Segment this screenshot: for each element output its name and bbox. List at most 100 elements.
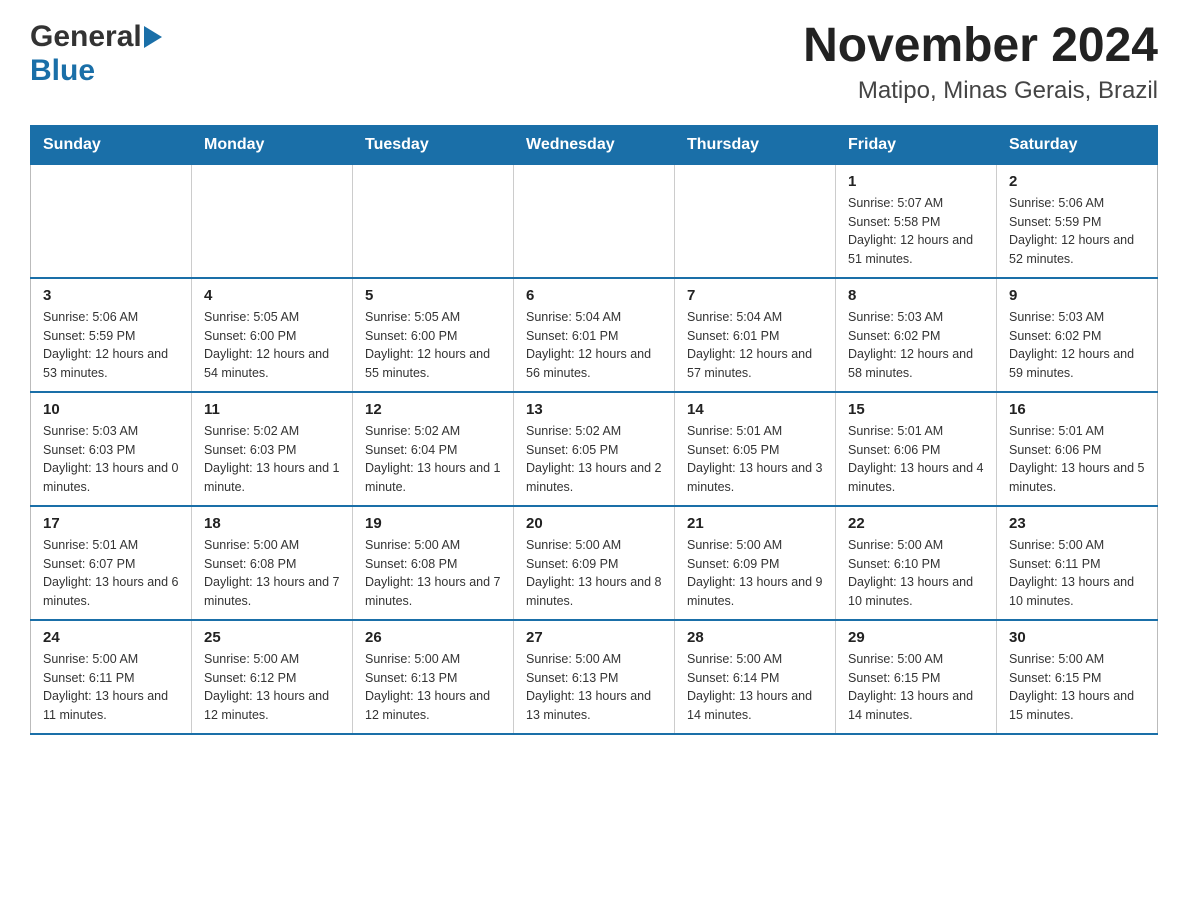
day-number: 4 [204,287,340,304]
day-info: Sunrise: 5:02 AMSunset: 6:05 PMDaylight:… [526,422,662,497]
day-info: Sunrise: 5:03 AMSunset: 6:02 PMDaylight:… [1009,308,1145,383]
calendar-day-cell: 13 Sunrise: 5:02 AMSunset: 6:05 PMDayligh… [514,392,675,506]
calendar-day-cell: 7 Sunrise: 5:04 AMSunset: 6:01 PMDaylight… [675,278,836,392]
calendar-day-cell: 19 Sunrise: 5:00 AMSunset: 6:08 PMDayligh… [353,506,514,620]
header-tuesday: Tuesday [353,125,514,164]
day-number: 13 [526,401,662,418]
calendar-day-cell: 23 Sunrise: 5:00 AMSunset: 6:11 PMDayligh… [997,506,1158,620]
calendar-day-cell [353,164,514,278]
calendar-table: Sunday Monday Tuesday Wednesday Thursday… [30,125,1158,735]
day-number: 5 [365,287,501,304]
calendar-day-cell: 12 Sunrise: 5:02 AMSunset: 6:04 PMDayligh… [353,392,514,506]
calendar-day-cell: 6Sunrise: 5:04 AMSunset: 6:01 PMDaylight… [514,278,675,392]
calendar-day-cell: 15 Sunrise: 5:01 AMSunset: 6:06 PMDayligh… [836,392,997,506]
page-title: November 2024 [803,20,1158,73]
header-monday: Monday [192,125,353,164]
day-number: 1 [848,173,984,190]
day-number: 14 [687,401,823,418]
day-number: 29 [848,629,984,646]
logo-general-text: General [30,20,142,54]
calendar-day-cell: 29 Sunrise: 5:00 AMSunset: 6:15 PMDayligh… [836,620,997,734]
day-info: Sunrise: 5:04 AMSunset: 6:01 PMDaylight:… [687,308,823,383]
day-info: Sunrise: 5:05 AMSunset: 6:00 PMDaylight:… [365,308,501,383]
day-number: 2 [1009,173,1145,190]
logo: General Blue [30,20,162,88]
header-sunday: Sunday [31,125,192,164]
day-number: 3 [43,287,179,304]
day-info: Sunrise: 5:00 AMSunset: 6:08 PMDaylight:… [204,536,340,611]
day-info: Sunrise: 5:03 AMSunset: 6:02 PMDaylight:… [848,308,984,383]
calendar-day-cell: 16 Sunrise: 5:01 AMSunset: 6:06 PMDayligh… [997,392,1158,506]
day-info: Sunrise: 5:00 AMSunset: 6:15 PMDaylight:… [1009,650,1145,725]
day-info: Sunrise: 5:00 AMSunset: 6:15 PMDaylight:… [848,650,984,725]
day-info: Sunrise: 5:00 AMSunset: 6:12 PMDaylight:… [204,650,340,725]
day-number: 10 [43,401,179,418]
day-number: 7 [687,287,823,304]
day-info: Sunrise: 5:01 AMSunset: 6:07 PMDaylight:… [43,536,179,611]
calendar-day-cell: 14 Sunrise: 5:01 AMSunset: 6:05 PMDayligh… [675,392,836,506]
day-number: 23 [1009,515,1145,532]
day-number: 24 [43,629,179,646]
calendar-week-row: 1 Sunrise: 5:07 AMSunset: 5:58 PMDaylight… [31,164,1158,278]
day-info: Sunrise: 5:04 AMSunset: 6:01 PMDaylight:… [526,308,662,383]
day-info: Sunrise: 5:00 AMSunset: 6:13 PMDaylight:… [365,650,501,725]
day-number: 11 [204,401,340,418]
calendar-header-row: Sunday Monday Tuesday Wednesday Thursday… [31,125,1158,164]
calendar-day-cell: 1 Sunrise: 5:07 AMSunset: 5:58 PMDaylight… [836,164,997,278]
day-info: Sunrise: 5:00 AMSunset: 6:08 PMDaylight:… [365,536,501,611]
day-number: 19 [365,515,501,532]
day-info: Sunrise: 5:00 AMSunset: 6:09 PMDaylight:… [687,536,823,611]
day-info: Sunrise: 5:00 AMSunset: 6:13 PMDaylight:… [526,650,662,725]
day-info: Sunrise: 5:00 AMSunset: 6:14 PMDaylight:… [687,650,823,725]
calendar-day-cell: 27 Sunrise: 5:00 AMSunset: 6:13 PMDayligh… [514,620,675,734]
calendar-day-cell: 21 Sunrise: 5:00 AMSunset: 6:09 PMDayligh… [675,506,836,620]
title-area: November 2024 Matipo, Minas Gerais, Braz… [803,20,1158,105]
calendar-day-cell: 26 Sunrise: 5:00 AMSunset: 6:13 PMDayligh… [353,620,514,734]
calendar-day-cell: 24 Sunrise: 5:00 AMSunset: 6:11 PMDayligh… [31,620,192,734]
day-info: Sunrise: 5:00 AMSunset: 6:11 PMDaylight:… [43,650,179,725]
calendar-day-cell [514,164,675,278]
day-info: Sunrise: 5:07 AMSunset: 5:58 PMDaylight:… [848,194,984,269]
day-info: Sunrise: 5:01 AMSunset: 6:05 PMDaylight:… [687,422,823,497]
day-number: 26 [365,629,501,646]
day-number: 17 [43,515,179,532]
day-info: Sunrise: 5:01 AMSunset: 6:06 PMDaylight:… [1009,422,1145,497]
logo-blue-text: Blue [30,54,95,87]
header-thursday: Thursday [675,125,836,164]
day-info: Sunrise: 5:01 AMSunset: 6:06 PMDaylight:… [848,422,984,497]
day-info: Sunrise: 5:00 AMSunset: 6:11 PMDaylight:… [1009,536,1145,611]
calendar-day-cell: 8 Sunrise: 5:03 AMSunset: 6:02 PMDaylight… [836,278,997,392]
calendar-day-cell: 22Sunrise: 5:00 AMSunset: 6:10 PMDayligh… [836,506,997,620]
day-info: Sunrise: 5:00 AMSunset: 6:09 PMDaylight:… [526,536,662,611]
calendar-day-cell: 18 Sunrise: 5:00 AMSunset: 6:08 PMDayligh… [192,506,353,620]
calendar-day-cell: 25 Sunrise: 5:00 AMSunset: 6:12 PMDayligh… [192,620,353,734]
header-wednesday: Wednesday [514,125,675,164]
day-info: Sunrise: 5:02 AMSunset: 6:04 PMDaylight:… [365,422,501,497]
day-number: 8 [848,287,984,304]
day-number: 16 [1009,401,1145,418]
day-number: 25 [204,629,340,646]
calendar-day-cell [31,164,192,278]
page-subtitle: Matipo, Minas Gerais, Brazil [803,77,1158,105]
calendar-day-cell: 2 Sunrise: 5:06 AMSunset: 5:59 PMDaylight… [997,164,1158,278]
header-friday: Friday [836,125,997,164]
header: General Blue November 2024 Matipo, Minas… [30,20,1158,105]
day-number: 20 [526,515,662,532]
calendar-week-row: 10Sunrise: 5:03 AMSunset: 6:03 PMDayligh… [31,392,1158,506]
day-info: Sunrise: 5:06 AMSunset: 5:59 PMDaylight:… [43,308,179,383]
logo-arrow-icon [144,26,162,48]
day-number: 21 [687,515,823,532]
day-number: 15 [848,401,984,418]
calendar-day-cell: 20 Sunrise: 5:00 AMSunset: 6:09 PMDayligh… [514,506,675,620]
calendar-day-cell: 5 Sunrise: 5:05 AMSunset: 6:00 PMDaylight… [353,278,514,392]
calendar-day-cell [675,164,836,278]
day-number: 28 [687,629,823,646]
day-number: 22 [848,515,984,532]
day-number: 18 [204,515,340,532]
calendar-day-cell: 3 Sunrise: 5:06 AMSunset: 5:59 PMDaylight… [31,278,192,392]
calendar-day-cell: 10Sunrise: 5:03 AMSunset: 6:03 PMDayligh… [31,392,192,506]
day-number: 12 [365,401,501,418]
day-number: 9 [1009,287,1145,304]
day-number: 27 [526,629,662,646]
day-info: Sunrise: 5:06 AMSunset: 5:59 PMDaylight:… [1009,194,1145,269]
